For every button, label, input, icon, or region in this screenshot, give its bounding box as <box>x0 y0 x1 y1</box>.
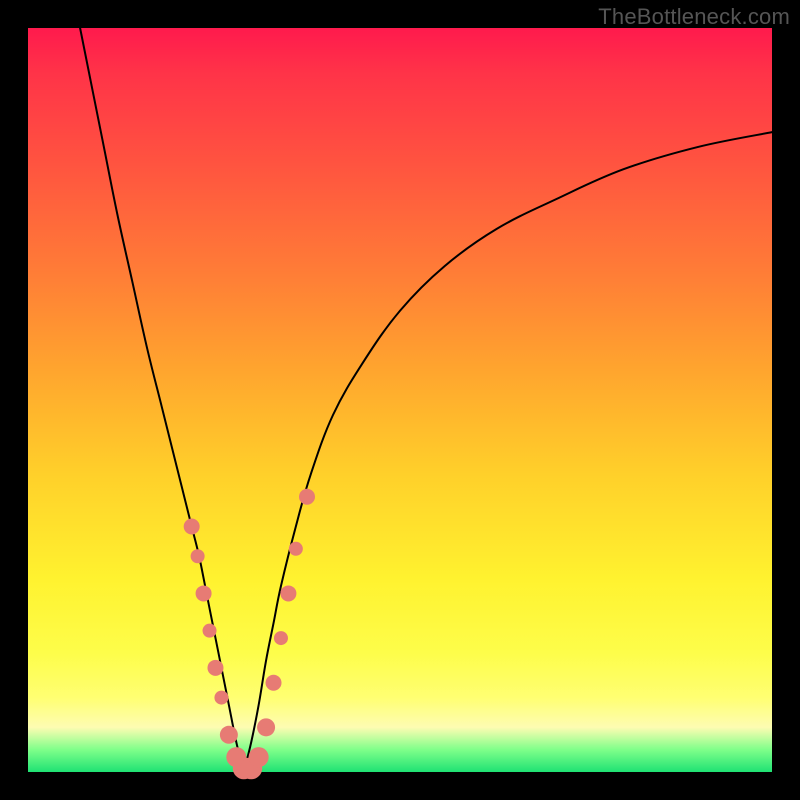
data-marker <box>280 585 296 601</box>
curve-right-branch <box>244 132 772 772</box>
data-marker <box>249 747 269 767</box>
data-marker <box>274 631 288 645</box>
data-marker <box>196 585 212 601</box>
plot-area <box>28 28 772 772</box>
watermark-text: TheBottleneck.com <box>598 4 790 30</box>
chart-svg <box>28 28 772 772</box>
data-marker <box>214 691 228 705</box>
data-marker <box>257 718 275 736</box>
chart-frame: TheBottleneck.com <box>0 0 800 800</box>
data-marker <box>203 624 217 638</box>
data-marker <box>266 675 282 691</box>
curve-left-branch <box>80 28 244 772</box>
data-marker <box>220 726 238 744</box>
data-marker <box>184 518 200 534</box>
data-marker <box>299 489 315 505</box>
data-marker <box>289 542 303 556</box>
data-marker <box>191 549 205 563</box>
data-marker <box>207 660 223 676</box>
